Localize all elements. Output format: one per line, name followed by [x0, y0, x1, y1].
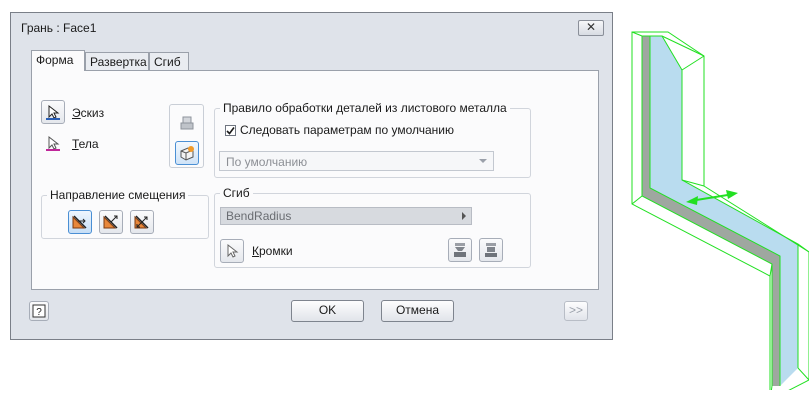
part-preview: [631, 31, 809, 390]
tab-shape[interactable]: Форма: [31, 50, 85, 71]
edges-label: Кромки: [252, 244, 293, 258]
bend-extent-alt-icon: [485, 243, 497, 257]
sheet-metal-rule-value: По умолчанию: [226, 155, 308, 169]
stack-button[interactable]: [175, 111, 199, 135]
close-icon: ✕: [585, 20, 597, 34]
bend-radius-field[interactable]: BendRadius: [220, 207, 472, 225]
bend-extent-button-2[interactable]: [479, 238, 503, 262]
sheet-metal-rule-title: Правило обработки деталей из листового м…: [220, 101, 510, 115]
new-solid-icon: [180, 146, 194, 161]
offset-side2-icon: [103, 215, 118, 229]
cancel-button[interactable]: Отмена: [381, 300, 454, 322]
sheet-metal-rule-dropdown[interactable]: По умолчанию: [219, 151, 494, 171]
follow-defaults-label: Следовать параметрам по умолчанию: [240, 123, 454, 137]
offset-side1-icon: [72, 215, 87, 229]
close-button[interactable]: ✕: [578, 20, 604, 36]
title-bar: Грань : Face1 ✕: [11, 13, 612, 43]
bodies-select-button[interactable]: [41, 131, 65, 155]
offset-direction-group: Направление смещения: [41, 188, 209, 239]
bend-extent-icon: [454, 243, 466, 257]
more-options-button[interactable]: >>: [564, 301, 588, 321]
new-solid-button[interactable]: [175, 141, 199, 165]
tab-bend[interactable]: Сгиб: [149, 52, 189, 70]
cursor-arrow-icon: [46, 104, 60, 120]
bend-extent-button-1[interactable]: [448, 238, 472, 262]
layers-icon: [180, 116, 194, 130]
cursor-arrow-icon: [46, 135, 60, 151]
offset-side1-button[interactable]: [68, 210, 92, 234]
bend-title: Сгиб: [220, 186, 253, 200]
shape-tab-panel: Эскиз Тела Направление смещения Правило …: [31, 70, 599, 290]
checkmark-icon: [226, 127, 235, 135]
offset-symmetric-icon: [134, 215, 149, 229]
solid-mode-group: [169, 104, 204, 168]
help-button[interactable]: ?: [29, 301, 49, 321]
face-dialog: Грань : Face1 ✕ Форма Развертка Сгиб Эск…: [10, 12, 613, 340]
sketch-select-button[interactable]: [41, 100, 65, 124]
chevron-right-icon: [462, 212, 466, 220]
bend-group: Сгиб BendRadius Кромки: [214, 186, 531, 268]
tab-unfold[interactable]: Развертка: [85, 52, 149, 70]
offset-side2-button[interactable]: [99, 210, 123, 234]
cursor-arrow-icon: [227, 243, 239, 258]
ok-button[interactable]: OK: [291, 300, 364, 322]
bodies-label: Тела: [72, 137, 99, 151]
offset-direction-title: Направление смещения: [47, 188, 189, 202]
offset-symmetric-button[interactable]: [130, 210, 154, 234]
dialog-title: Грань : Face1: [21, 21, 97, 35]
edges-select-button[interactable]: [220, 239, 244, 263]
bend-radius-value: BendRadius: [226, 209, 292, 223]
sheet-metal-rule-group: Правило обработки деталей из листового м…: [214, 101, 531, 178]
help-icon: ?: [32, 304, 46, 318]
sketch-label: Эскиз: [72, 106, 105, 120]
face-preview: [642, 36, 798, 386]
svg-text:?: ?: [36, 307, 42, 318]
follow-defaults-checkbox[interactable]: [225, 125, 236, 136]
chevron-down-icon: [479, 159, 487, 163]
